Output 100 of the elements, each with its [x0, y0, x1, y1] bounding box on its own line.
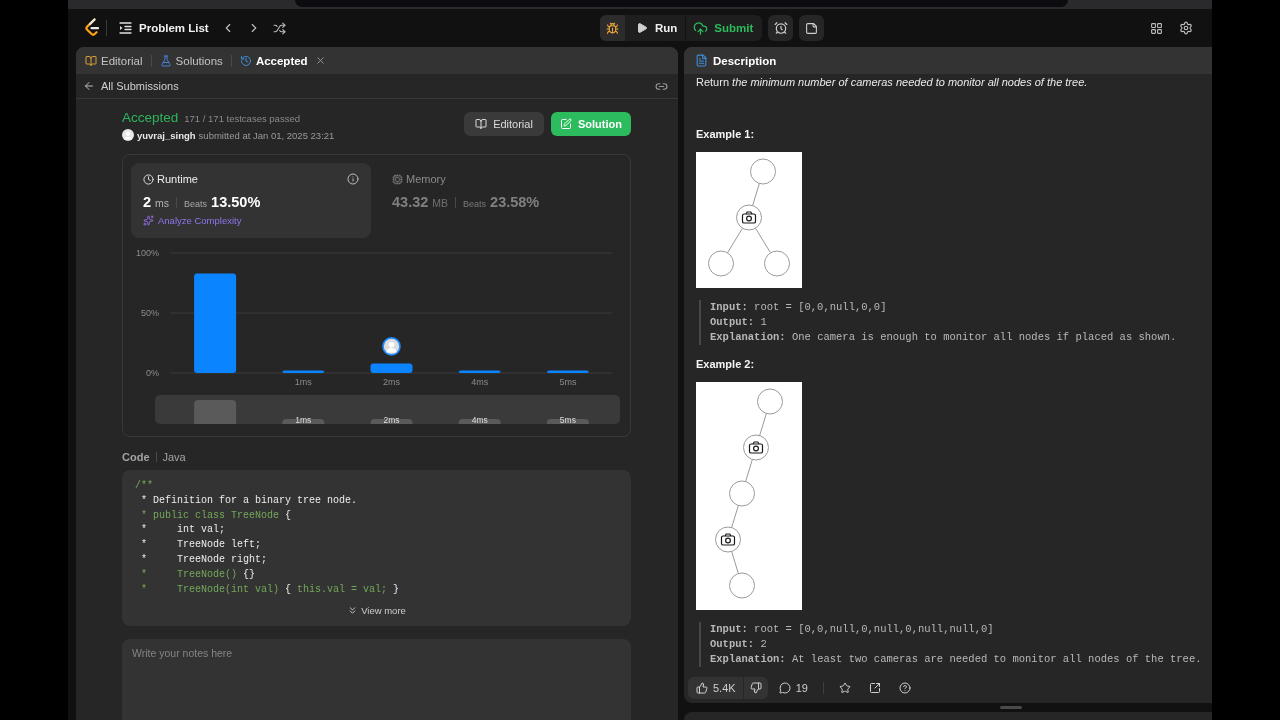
tab[interactable]: Description [695, 54, 777, 67]
layout-grid-icon [1150, 21, 1163, 35]
example-line: Explanation: At least two cameras are needed to monitor all nodes of the tree. [710, 652, 1202, 667]
example-line: Input: root = [0,0,null,0,null,0,null,null,0] [710, 622, 995, 637]
navigator-bar [282, 419, 325, 424]
beats-value: 13.50% [211, 194, 261, 210]
list-icon [119, 22, 132, 34]
axis-label: 5ms [559, 377, 577, 387]
camera-icon [720, 533, 736, 546]
chip-icon [392, 173, 403, 185]
navigator-label: 2ms [383, 415, 400, 424]
settings-icon [1179, 21, 1193, 35]
tab[interactable]: Editorial [85, 54, 143, 67]
layout-button[interactable] [1150, 21, 1163, 35]
status-label: Accepted [122, 110, 179, 125]
editorial-button[interactable]: Editorial [464, 112, 544, 136]
star-icon [838, 682, 851, 694]
code-line: * TreeNode(int val) { this.val = val; } [140, 582, 401, 597]
submitted-time: submitted at Jan 01, 2025 23:21 [198, 129, 335, 141]
example-title: Example 1: [696, 127, 755, 141]
play-icon [636, 22, 648, 34]
problem-statement: Return the minimum number of cameras needed to monitor all nodes of the tree. [696, 75, 1088, 89]
code-line: * TreeNode right; [140, 553, 269, 567]
cloud-upload-icon [693, 20, 709, 36]
code-line: * TreeNode() {} [140, 567, 257, 582]
logo-icon[interactable] [84, 18, 100, 38]
flask-icon [159, 54, 172, 67]
help-icon [898, 682, 911, 694]
comments-button[interactable]: 19 [771, 677, 815, 699]
avatar-icon [122, 129, 134, 141]
thumbs-down-icon [749, 682, 762, 694]
metric-value: 2 [143, 194, 152, 210]
axis-label: 100% [135, 248, 159, 258]
settings-button[interactable] [1179, 21, 1193, 35]
metric-title: Runtime [157, 173, 198, 185]
arrow-left-icon [83, 80, 95, 92]
like-button[interactable]: 5.4K [688, 677, 743, 699]
comment-icon [778, 682, 791, 694]
code-line: /** [135, 479, 154, 493]
navigator-label: 5ms [559, 415, 576, 424]
camera-icon [748, 441, 764, 454]
run-button[interactable]: Run [625, 15, 686, 41]
axis-label: 4ms [471, 377, 489, 387]
axis-label: 0% [146, 368, 159, 378]
user-name-link[interactable]: yuvraj_singh [137, 129, 196, 141]
submit-button[interactable]: Submit [686, 15, 763, 41]
code-line: * public class TreeNode { [140, 508, 293, 523]
language-label: Java [162, 451, 186, 463]
code-label: Code [122, 451, 150, 463]
timer-button[interactable] [768, 15, 794, 41]
book-icon [475, 118, 488, 130]
metric-unit: MB [432, 197, 449, 209]
chart-bar [282, 370, 325, 373]
chart-bar [458, 370, 501, 373]
note-icon [805, 21, 819, 35]
notes-field[interactable]: Write your notes here [122, 639, 631, 720]
tab[interactable]: Solutions [159, 54, 223, 67]
metric-card[interactable]: Runtime 2 ms Beats 13.50% Analyze Complexity [131, 163, 371, 238]
example-line: Input: root = [0,0,null,0,0] [710, 300, 888, 315]
problem-list-button[interactable]: Problem List [119, 22, 209, 34]
testcases-text: 171 / 171 testcases passed [184, 113, 300, 124]
document-icon [695, 54, 708, 67]
resize-handle[interactable] [1000, 706, 1022, 709]
navigator-bar [546, 419, 589, 424]
metric-card[interactable]: Memory 43.32 MB Beats 23.58% [380, 163, 620, 238]
navigator-label: 1ms [295, 415, 312, 424]
analyze-complexity-link[interactable]: Analyze Complexity [143, 215, 242, 226]
beats-label: Beats [184, 199, 208, 209]
range-navigator[interactable]: 1ms 2ms 4ms 5ms [155, 395, 620, 424]
code-line: * TreeNode left; [140, 538, 263, 553]
back-link[interactable]: All Submissions [83, 80, 179, 92]
tab[interactable]: Accepted [239, 54, 308, 67]
chart-bar [370, 363, 413, 373]
metric-unit: ms [155, 197, 170, 209]
view-more-button[interactable]: View more [347, 604, 406, 618]
book-icon [85, 54, 97, 67]
chart-bar [546, 370, 589, 373]
clock-icon [143, 173, 154, 185]
history-icon [239, 54, 252, 67]
beats-value: 23.58% [490, 194, 540, 210]
info-icon[interactable] [347, 173, 359, 185]
shuffle-button[interactable] [272, 21, 286, 35]
navigator-label: 4ms [471, 415, 488, 424]
debug-button[interactable] [600, 15, 625, 41]
alarm-clock-icon [773, 21, 788, 35]
navigator-bar [194, 399, 237, 424]
axis-label: 50% [141, 308, 159, 318]
avatar-marker [382, 337, 401, 356]
external-link-icon [868, 682, 881, 694]
example-line: Explanation: One camera is enough to monitor all nodes if placed as shown. [710, 330, 1177, 345]
navigator-bar [458, 419, 501, 424]
code-line: * int val; [140, 523, 226, 538]
notes-button[interactable] [799, 15, 825, 41]
example-title: Example 2: [696, 357, 755, 371]
axis-label: 2ms [383, 377, 400, 387]
sparkle-icon [143, 215, 154, 226]
axis-label: 1ms [294, 377, 312, 387]
navigator-bar [370, 419, 413, 424]
close-icon[interactable] [314, 55, 326, 66]
metric-title: Memory [406, 173, 446, 185]
